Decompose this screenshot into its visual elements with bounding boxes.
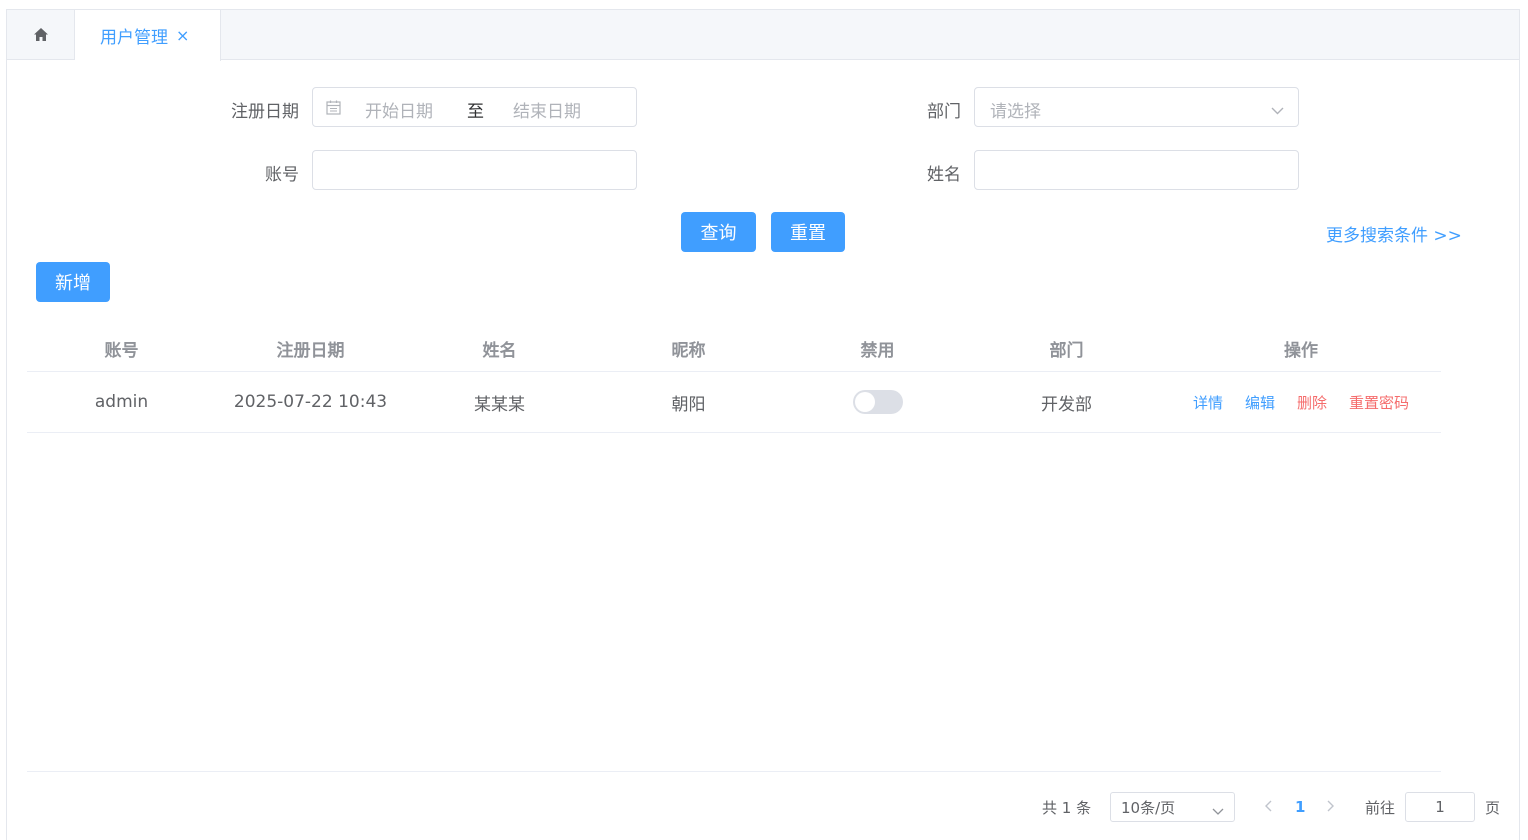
col-header-actions: 操作 [1284, 341, 1318, 361]
reset-button[interactable]: 重置 [771, 212, 845, 252]
query-button[interactable]: 查询 [681, 212, 756, 252]
cell-dept: 开发部 [1041, 394, 1092, 415]
tab-bar: 用户管理 × [7, 10, 1519, 61]
user-table: 账号 注册日期 姓名 昵称 禁用 部门 操作 admin 2025-07-22 … [27, 326, 1441, 433]
detail-link[interactable]: 详情 [1193, 392, 1223, 413]
reg-date-range-picker[interactable]: 开始日期 至 结束日期 [312, 87, 637, 127]
chevron-left-icon [1264, 798, 1274, 816]
page-size-select[interactable]: 10条/页 [1110, 792, 1235, 822]
home-icon [33, 26, 48, 45]
account-input[interactable] [312, 150, 637, 190]
col-header-disabled: 禁用 [860, 341, 895, 361]
delete-link[interactable]: 删除 [1297, 392, 1327, 413]
toggle-knob [854, 392, 875, 412]
name-input[interactable] [974, 150, 1299, 190]
chevron-down-icon [1271, 101, 1284, 120]
name-label: 姓名 [927, 165, 961, 185]
end-date-input[interactable]: 结束日期 [513, 97, 581, 122]
table-header: 账号 注册日期 姓名 昵称 禁用 部门 操作 [27, 326, 1441, 372]
add-button[interactable]: 新增 [36, 262, 110, 302]
cell-actions: 详情 编辑 删除 重置密码 [1161, 392, 1441, 413]
more-search-link[interactable]: 更多搜索条件 >> [1326, 221, 1462, 246]
pagination-total: 共 1 条 [1042, 798, 1092, 817]
goto-label: 前往 [1365, 798, 1396, 817]
page-number-current[interactable]: 1 [1295, 792, 1305, 822]
cell-name: 某某某 [474, 394, 525, 415]
col-header-account: 账号 [104, 341, 139, 361]
page-unit-label: 页 [1485, 798, 1501, 817]
goto-page-input[interactable]: 1 [1405, 792, 1475, 822]
col-header-nickname: 昵称 [671, 341, 706, 361]
col-header-reg-date: 注册日期 [276, 341, 345, 361]
cell-disabled [783, 390, 972, 414]
tab-label: 用户管理 [100, 28, 168, 48]
disable-toggle[interactable] [852, 390, 903, 414]
range-separator: 至 [467, 102, 484, 122]
account-label: 账号 [265, 165, 299, 185]
next-page-button[interactable] [1325, 792, 1335, 822]
col-header-dept: 部门 [1049, 341, 1084, 361]
tab-user-management[interactable]: 用户管理 × [75, 10, 221, 61]
edit-link[interactable]: 编辑 [1245, 392, 1275, 413]
page-size-value: 10条/页 [1121, 798, 1176, 817]
close-icon[interactable]: × [176, 27, 189, 44]
chevron-right-icon [1325, 798, 1335, 816]
main-frame: 用户管理 × 注册日期 开始日期 至 结束日期 部门 请选择 账号 姓名 查询 … [6, 9, 1520, 840]
account-input-field[interactable] [313, 151, 636, 189]
dept-label: 部门 [927, 102, 961, 122]
cell-nickname: 朝阳 [671, 394, 706, 415]
dept-select-placeholder: 请选择 [990, 102, 1041, 122]
tab-home[interactable] [7, 10, 75, 60]
calendar-icon [326, 100, 341, 119]
cell-account: admin [94, 392, 149, 412]
chevron-down-icon [1212, 802, 1224, 820]
col-header-name: 姓名 [482, 341, 517, 361]
start-date-input[interactable]: 开始日期 [365, 97, 433, 122]
prev-page-button[interactable] [1264, 792, 1274, 822]
table-bottom-divider [27, 771, 1441, 772]
dept-select[interactable]: 请选择 [974, 87, 1299, 127]
table-row: admin 2025-07-22 10:43 某某某 朝阳 开发部 详情 编辑 … [27, 372, 1441, 433]
name-input-field[interactable] [975, 151, 1298, 189]
cell-reg-date: 2025-07-22 10:43 [233, 392, 388, 412]
reg-date-label: 注册日期 [231, 102, 299, 122]
reset-password-link[interactable]: 重置密码 [1349, 392, 1409, 413]
